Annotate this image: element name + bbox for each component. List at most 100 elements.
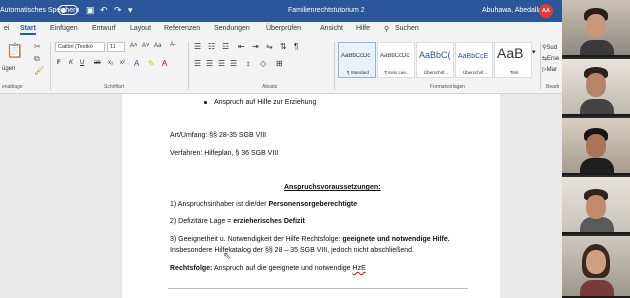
- rechtsfolge-line: Rechtsfolge: Anspruch auf die geeignete …: [170, 265, 366, 272]
- font-size-field[interactable]: 11: [107, 42, 125, 52]
- screen: Automatisches Speichern ▣ ↶ ↷ ▾ Familien…: [0, 0, 630, 298]
- align-left-icon[interactable]: ☰: [194, 59, 201, 68]
- decrease-indent-icon[interactable]: ⇤: [238, 42, 245, 51]
- participant-body: [580, 99, 614, 114]
- item-1: 1) Anspruchsinhaber ist die/der Personen…: [170, 201, 357, 208]
- subscript-button[interactable]: x₂: [108, 60, 113, 66]
- item-3-continuation: Insbesondere Hilfekatalog der §§ 28 – 35…: [170, 247, 414, 254]
- superscript-button[interactable]: x²: [120, 60, 125, 66]
- autosave-toggle[interactable]: [58, 5, 78, 15]
- document-page[interactable]: Anspruch auf Hilfe zur Erziehung Art/Umf…: [122, 94, 500, 298]
- find-label: Sud: [546, 45, 558, 51]
- user-name[interactable]: Abuhawa, Abedallah: [482, 7, 546, 14]
- grow-font-button[interactable]: A˄: [130, 43, 138, 49]
- font-name-field[interactable]: Calibri (Textkö: [55, 42, 105, 52]
- video-call-panel: [562, 0, 630, 298]
- rechtsfolge-abbr: HzE: [352, 265, 366, 272]
- highlight-icon[interactable]: ✎: [148, 59, 155, 68]
- search-icon[interactable]: ⚲: [384, 25, 389, 33]
- clear-format-icon[interactable]: A̶: [170, 42, 174, 48]
- change-case-button[interactable]: Aa: [154, 43, 161, 49]
- clipboard-group-label: enablage: [2, 84, 23, 90]
- bullets-icon[interactable]: ☰: [194, 42, 201, 51]
- increase-indent-icon[interactable]: ⇥: [252, 42, 259, 51]
- divider: [168, 288, 468, 289]
- sort-icon[interactable]: ⇅: [280, 42, 287, 51]
- ribbon-tabs: ei Start Einfügen Entwurf Layout Referen…: [0, 22, 562, 38]
- tab-ansicht[interactable]: Ansicht: [320, 25, 343, 32]
- replace-button[interactable]: ⇆Erse: [542, 55, 559, 62]
- tab-layout[interactable]: Layout: [130, 25, 151, 32]
- tab-einfuegen[interactable]: Einfügen: [50, 25, 78, 32]
- style-name: Überschrif...: [462, 70, 488, 75]
- avatar[interactable]: AA: [539, 4, 553, 18]
- style-preview: AaBbCcDc: [380, 53, 410, 59]
- format-painter-icon[interactable]: 🖌: [34, 66, 44, 75]
- bold-button[interactable]: F: [57, 60, 61, 66]
- replace-label: Erse: [547, 56, 560, 62]
- participant-video-1[interactable]: [562, 0, 630, 57]
- tab-sendungen[interactable]: Sendungen: [214, 25, 250, 32]
- paste-icon[interactable]: 📋: [6, 42, 23, 59]
- verfahren-line: Verfahren: Hilfeplan, § 36 SGB VIII: [170, 150, 279, 157]
- styles-more-icon[interactable]: ▾: [532, 48, 536, 56]
- redo-icon[interactable]: ↷: [114, 5, 122, 16]
- tab-start[interactable]: Start: [20, 25, 36, 35]
- justify-icon[interactable]: ☰: [230, 59, 237, 68]
- shading-icon[interactable]: ◇: [260, 59, 266, 68]
- text-direction-icon[interactable]: ⇋: [266, 42, 273, 51]
- divider: [540, 42, 541, 90]
- divider: [334, 42, 335, 90]
- copy-icon[interactable]: ⧉: [34, 54, 40, 64]
- style-no-spacing[interactable]: AaBbCcDc ¶ Kein Lee...: [377, 42, 415, 78]
- borders-icon[interactable]: ⊞: [276, 59, 283, 68]
- paste-label[interactable]: ügen: [2, 66, 15, 72]
- tab-hilfe[interactable]: Hilfe: [356, 25, 370, 32]
- save-icon[interactable]: ▣: [86, 5, 95, 16]
- numbering-icon[interactable]: ☷: [208, 42, 215, 51]
- styles-group-label: Formatvorlagen: [430, 84, 466, 90]
- participant-face: [586, 134, 606, 158]
- font-color-icon[interactable]: A: [162, 59, 167, 68]
- style-standard[interactable]: AaBbCcDc ¶ Standard: [338, 42, 376, 78]
- tab-entwurf[interactable]: Entwurf: [92, 25, 116, 32]
- underline-button[interactable]: U: [80, 60, 84, 66]
- find-button[interactable]: ⚲Sud: [542, 44, 557, 51]
- divider: [188, 42, 189, 90]
- pilcrow-icon[interactable]: ¶: [294, 42, 298, 51]
- participant-video-3[interactable]: [562, 118, 630, 175]
- ribbon: 📋 ügen ✂ ⧉ 🖌 enablage Calibri (Textkö 11…: [0, 38, 562, 94]
- style-heading-2[interactable]: AaBbCcE Überschrif...: [455, 42, 493, 78]
- tab-referenzen[interactable]: Referenzen: [164, 25, 200, 32]
- strikethrough-button[interactable]: ab: [94, 60, 101, 66]
- cut-icon[interactable]: ✂: [34, 42, 41, 51]
- style-heading-1[interactable]: AaBbC( Überschrif...: [416, 42, 454, 78]
- item-2: 2) Defizitäre Lage = erzieherisches Defi…: [170, 218, 305, 225]
- undo-icon[interactable]: ↶: [100, 5, 108, 16]
- select-button[interactable]: ▷Mar: [542, 66, 557, 73]
- align-center-icon[interactable]: ☰: [206, 59, 213, 68]
- align-right-icon[interactable]: ☰: [218, 59, 225, 68]
- divider: [50, 42, 51, 90]
- participant-body: [580, 217, 614, 232]
- tab-ueberpruefen[interactable]: Überprüfen: [266, 25, 301, 32]
- participant-face: [586, 195, 606, 219]
- style-preview: AaBbC(: [419, 50, 451, 60]
- participant-face: [586, 14, 606, 38]
- participant-video-4[interactable]: [562, 177, 630, 234]
- rechtsfolge-label: Rechtsfolge:: [170, 265, 213, 272]
- text-effects-icon[interactable]: A: [134, 59, 139, 68]
- multilevel-list-icon[interactable]: ☲: [222, 42, 229, 51]
- style-name: Überschrif...: [423, 70, 449, 75]
- participant-video-5[interactable]: [562, 236, 630, 298]
- style-title[interactable]: AaB Titel: [494, 42, 532, 78]
- participant-face: [586, 73, 606, 97]
- italic-button[interactable]: K: [69, 60, 73, 66]
- search-label[interactable]: Suchen: [395, 25, 419, 32]
- line-spacing-icon[interactable]: ↕: [246, 59, 250, 68]
- tab-file[interactable]: ei: [4, 25, 9, 32]
- shrink-font-button[interactable]: A˅: [142, 43, 150, 49]
- customize-icon[interactable]: ▾: [128, 5, 133, 16]
- item-3-bold: geeignete und notwendige Hilfe.: [342, 236, 450, 243]
- participant-video-2[interactable]: [562, 59, 630, 116]
